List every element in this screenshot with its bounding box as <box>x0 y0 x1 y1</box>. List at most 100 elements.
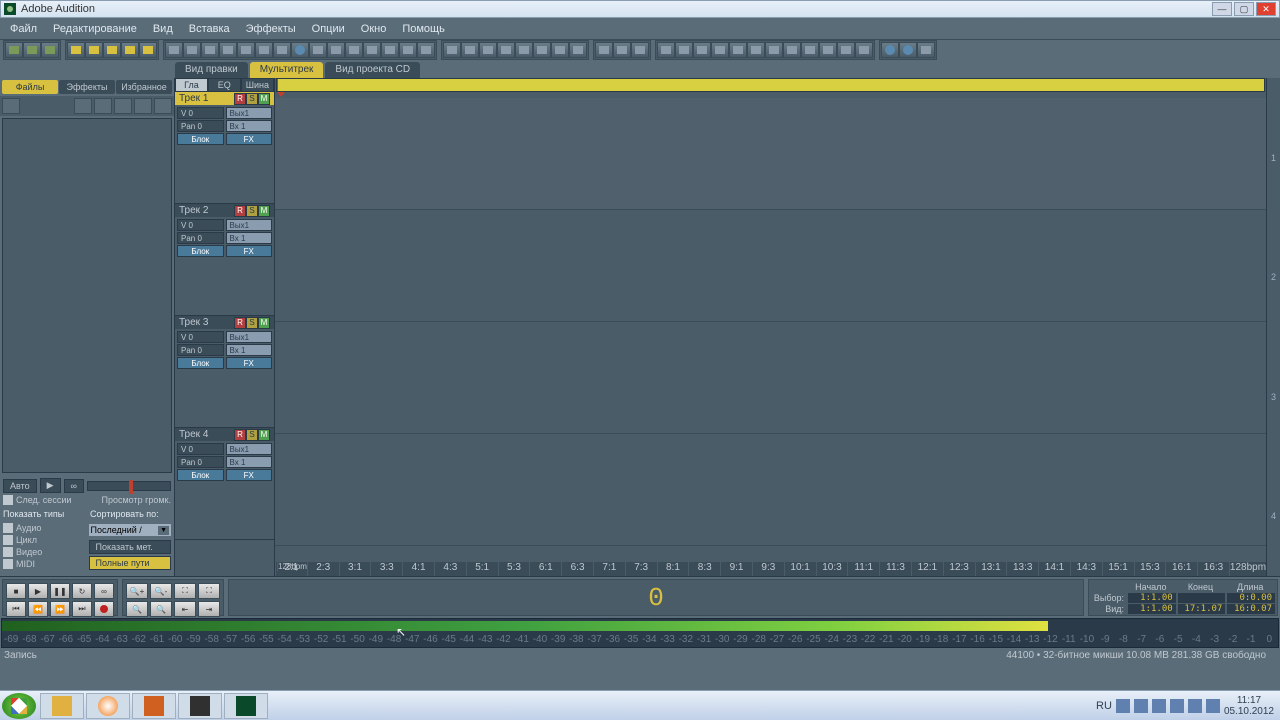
menu-effects[interactable]: Эффекты <box>238 20 304 38</box>
tb-a14[interactable] <box>399 42 417 58</box>
tb-b1[interactable] <box>443 42 461 58</box>
forward-button[interactable]: ⏩ <box>50 601 70 617</box>
menu-edit[interactable]: Редактирование <box>45 20 145 38</box>
track-2-vol[interactable]: V 0 <box>177 219 224 231</box>
close-button[interactable]: ✕ <box>1256 2 1276 16</box>
tb-d10[interactable] <box>819 42 837 58</box>
zoom-sel[interactable]: ⛶ <box>198 583 220 599</box>
clock[interactable]: 11:17 05.10.2012 <box>1224 695 1274 717</box>
tb-e3[interactable] <box>917 42 935 58</box>
loop-button[interactable]: ∞ <box>94 583 114 599</box>
tb-folder3[interactable] <box>103 42 121 58</box>
track-2-in[interactable]: Вх 1 <box>226 232 273 244</box>
tray-icon-4[interactable] <box>1170 699 1184 713</box>
menu-window[interactable]: Окно <box>353 20 395 38</box>
sel-length[interactable]: 0:0.00 <box>1227 593 1275 603</box>
files-btn4[interactable] <box>114 98 132 114</box>
zoom-full[interactable]: ⛶ <box>174 583 196 599</box>
menu-file[interactable]: Файл <box>2 20 45 38</box>
tab-edit-view[interactable]: Вид правки <box>175 62 248 78</box>
track-3-block[interactable]: Блок <box>177 357 224 369</box>
track-1-pan[interactable]: Pan 0 <box>177 120 224 132</box>
type-audio-check[interactable] <box>3 523 13 533</box>
tb-b2[interactable] <box>461 42 479 58</box>
maximize-button[interactable]: ▢ <box>1234 2 1254 16</box>
pause-button[interactable]: ❚❚ <box>50 583 70 599</box>
track-4-block[interactable]: Блок <box>177 469 224 481</box>
goto-end-button[interactable]: ⏭ <box>72 601 92 617</box>
tb-b8[interactable] <box>569 42 587 58</box>
task-app4[interactable] <box>178 693 222 719</box>
rewind-button[interactable]: ⏪ <box>28 601 48 617</box>
view-begin[interactable]: 1:1.00 <box>1128 604 1176 614</box>
play-loop-button[interactable]: ↻ <box>72 583 92 599</box>
lang-indicator[interactable]: RU <box>1096 700 1112 712</box>
tb-a11[interactable] <box>345 42 363 58</box>
tab-cd-project[interactable]: Вид проекта CD <box>325 62 420 78</box>
tb-d1[interactable] <box>657 42 675 58</box>
files-list[interactable] <box>2 118 172 473</box>
track-3-out[interactable]: Вых1 <box>226 331 273 343</box>
tb-b6[interactable] <box>533 42 551 58</box>
tray-icon-5[interactable] <box>1188 699 1202 713</box>
menu-options[interactable]: Опции <box>304 20 353 38</box>
track-header-2[interactable]: Трек 2 R S M <box>175 204 274 217</box>
tb-c3[interactable] <box>631 42 649 58</box>
track-1-arm[interactable]: R <box>234 93 246 105</box>
track-1-fx[interactable]: FX <box>226 133 273 145</box>
tb-folder5[interactable] <box>139 42 157 58</box>
track-2-pan[interactable]: Pan 0 <box>177 232 224 244</box>
track-4-in[interactable]: Вх 1 <box>226 456 273 468</box>
menu-help[interactable]: Помощь <box>394 20 453 38</box>
track-2-block[interactable]: Блок <box>177 245 224 257</box>
start-button[interactable] <box>2 693 36 719</box>
track-2-mute[interactable]: M <box>258 205 270 217</box>
tb-d7[interactable] <box>765 42 783 58</box>
track-lane-1[interactable] <box>275 98 1266 210</box>
menu-view[interactable]: Вид <box>145 20 181 38</box>
view-end[interactable]: 17:1.07 <box>1178 604 1226 614</box>
tb-open[interactable] <box>23 42 41 58</box>
tb-new[interactable] <box>5 42 23 58</box>
time-display[interactable]: 0 <box>228 579 1084 616</box>
track-header-4[interactable]: Трек 4 R S M <box>175 428 274 441</box>
tb-d4[interactable] <box>711 42 729 58</box>
zoom-in-v[interactable]: 🔍 <box>126 601 148 617</box>
sel-begin[interactable]: 1:1.00 <box>1128 593 1176 603</box>
preview-slider[interactable] <box>87 481 171 491</box>
stop-button[interactable]: ■ <box>6 583 26 599</box>
full-paths-button[interactable]: Полные пути <box>89 556 172 570</box>
zoom-left[interactable]: ⇤ <box>174 601 196 617</box>
record-button[interactable] <box>94 601 114 617</box>
tb-d6[interactable] <box>747 42 765 58</box>
tb-b4[interactable] <box>497 42 515 58</box>
time-ruler[interactable]: 128bpm 2:12:33:13:34:14:35:15:36:16:37:1… <box>275 562 1266 576</box>
tb-d9[interactable] <box>801 42 819 58</box>
task-audition[interactable] <box>224 693 268 719</box>
level-meter[interactable]: -69-68-67-66-65-64-63-62-61-60-59-58-57-… <box>1 618 1279 648</box>
tb-e1[interactable] <box>881 42 899 58</box>
play-button[interactable]: ▶ <box>28 583 48 599</box>
track-2-fx[interactable]: FX <box>226 245 273 257</box>
track-1-vol[interactable]: V 0 <box>177 107 224 119</box>
tray-volume-icon[interactable] <box>1206 699 1220 713</box>
panel-tab-effects[interactable]: Эффекты <box>59 80 115 94</box>
zoom-right[interactable]: ⇥ <box>198 601 220 617</box>
tb-b7[interactable] <box>551 42 569 58</box>
track-1-block[interactable]: Блок <box>177 133 224 145</box>
tab-multitrack[interactable]: Мультитрек <box>250 62 324 78</box>
files-btn2[interactable] <box>74 98 92 114</box>
session-overview[interactable] <box>276 78 1265 92</box>
tb-d11[interactable] <box>837 42 855 58</box>
task-media[interactable] <box>86 693 130 719</box>
sel-end[interactable] <box>1178 593 1226 603</box>
track-1-in[interactable]: Вх 1 <box>226 120 273 132</box>
tray-icon-1[interactable] <box>1116 699 1130 713</box>
track-tab-main[interactable]: Гла <box>175 78 208 92</box>
track-2-arm[interactable]: R <box>234 205 246 217</box>
track-header-3[interactable]: Трек 3 R S M <box>175 316 274 329</box>
tb-a4[interactable] <box>219 42 237 58</box>
track-4-solo[interactable]: S <box>246 429 258 441</box>
tb-d8[interactable] <box>783 42 801 58</box>
tb-a2[interactable] <box>183 42 201 58</box>
